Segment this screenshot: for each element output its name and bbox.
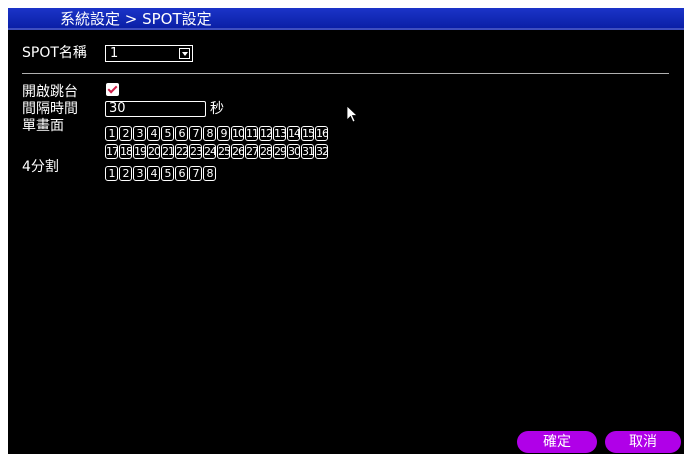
cursor-arrow-icon: [346, 105, 358, 123]
channel-16-toggle[interactable]: 16: [315, 126, 328, 141]
page-title: 系統設定 > SPOT設定: [60, 10, 212, 28]
channel-9-toggle[interactable]: 9: [217, 126, 230, 141]
chevron-down-icon[interactable]: [179, 48, 190, 59]
channel-12-toggle[interactable]: 12: [259, 126, 272, 141]
channel-26-toggle[interactable]: 26: [231, 144, 244, 159]
channel-25-toggle[interactable]: 25: [217, 144, 230, 159]
channel-29-toggle[interactable]: 29: [273, 144, 286, 159]
channel-14-toggle[interactable]: 14: [287, 126, 300, 141]
interval-label: 間隔時間: [22, 101, 78, 117]
channel-20-toggle[interactable]: 20: [147, 144, 160, 159]
channel-30-toggle[interactable]: 30: [287, 144, 300, 159]
channel-22-toggle[interactable]: 22: [175, 144, 188, 159]
channel-1-toggle[interactable]: 1: [105, 126, 118, 141]
channel-1-toggle[interactable]: 1: [105, 166, 118, 181]
channel-2-toggle[interactable]: 2: [119, 166, 132, 181]
channel-8-toggle[interactable]: 8: [203, 166, 216, 181]
spot-name-value: 1: [110, 46, 119, 61]
channel-28-toggle[interactable]: 28: [259, 144, 272, 159]
channel-17-toggle[interactable]: 17: [105, 144, 118, 159]
channel-19-toggle[interactable]: 19: [133, 144, 146, 159]
channel-15-toggle[interactable]: 15: [301, 126, 314, 141]
channel-2-toggle[interactable]: 2: [119, 126, 132, 141]
channel-21-toggle[interactable]: 21: [161, 144, 174, 159]
divider: [22, 73, 669, 74]
channel-18-toggle[interactable]: 18: [119, 144, 132, 159]
single-channels-row1: 1 2 3 4 5 6 7 8 9 10 11 12 13 14 15 16: [105, 126, 328, 141]
single-view-label: 單畫面: [22, 118, 64, 134]
channel-10-toggle[interactable]: 10: [231, 126, 244, 141]
channel-7-toggle[interactable]: 7: [189, 126, 202, 141]
channel-3-toggle[interactable]: 3: [133, 166, 146, 181]
spot-name-label: SPOT名稱: [22, 45, 87, 61]
channel-5-toggle[interactable]: 5: [161, 126, 174, 141]
jump-label: 開啟跳台: [22, 84, 78, 100]
channel-3-toggle[interactable]: 3: [133, 126, 146, 141]
channel-31-toggle[interactable]: 31: [301, 144, 314, 159]
channel-5-toggle[interactable]: 5: [161, 166, 174, 181]
spot-name-select[interactable]: 1: [105, 45, 193, 62]
spot-settings-window: 系統設定 > SPOT設定 SPOT名稱 1 開啟跳台 間隔時間 30 秒 單畫…: [8, 8, 684, 454]
channel-4-toggle[interactable]: 4: [147, 126, 160, 141]
interval-value: 30: [109, 101, 126, 116]
title-bar: 系統設定 > SPOT設定: [8, 8, 684, 30]
quad-view-label: 4分割: [22, 159, 59, 175]
ok-button[interactable]: 確定: [517, 431, 597, 453]
channel-4-toggle[interactable]: 4: [147, 166, 160, 181]
cancel-button[interactable]: 取消: [605, 431, 681, 453]
jump-checkbox[interactable]: [106, 83, 119, 96]
channel-6-toggle[interactable]: 6: [175, 126, 188, 141]
channel-13-toggle[interactable]: 13: [273, 126, 286, 141]
channel-32-toggle[interactable]: 32: [315, 144, 328, 159]
channel-24-toggle[interactable]: 24: [203, 144, 216, 159]
channel-23-toggle[interactable]: 23: [189, 144, 202, 159]
channel-6-toggle[interactable]: 6: [175, 166, 188, 181]
interval-unit: 秒: [210, 101, 224, 117]
interval-input[interactable]: 30: [105, 101, 206, 117]
channel-7-toggle[interactable]: 7: [189, 166, 202, 181]
channel-8-toggle[interactable]: 8: [203, 126, 216, 141]
channel-11-toggle[interactable]: 11: [245, 126, 258, 141]
channel-27-toggle[interactable]: 27: [245, 144, 258, 159]
single-channels-row2: 17 18 19 20 21 22 23 24 25 26 27 28 29 30 31 32: [105, 144, 328, 159]
quad-channels-row: 12345678: [105, 166, 216, 181]
